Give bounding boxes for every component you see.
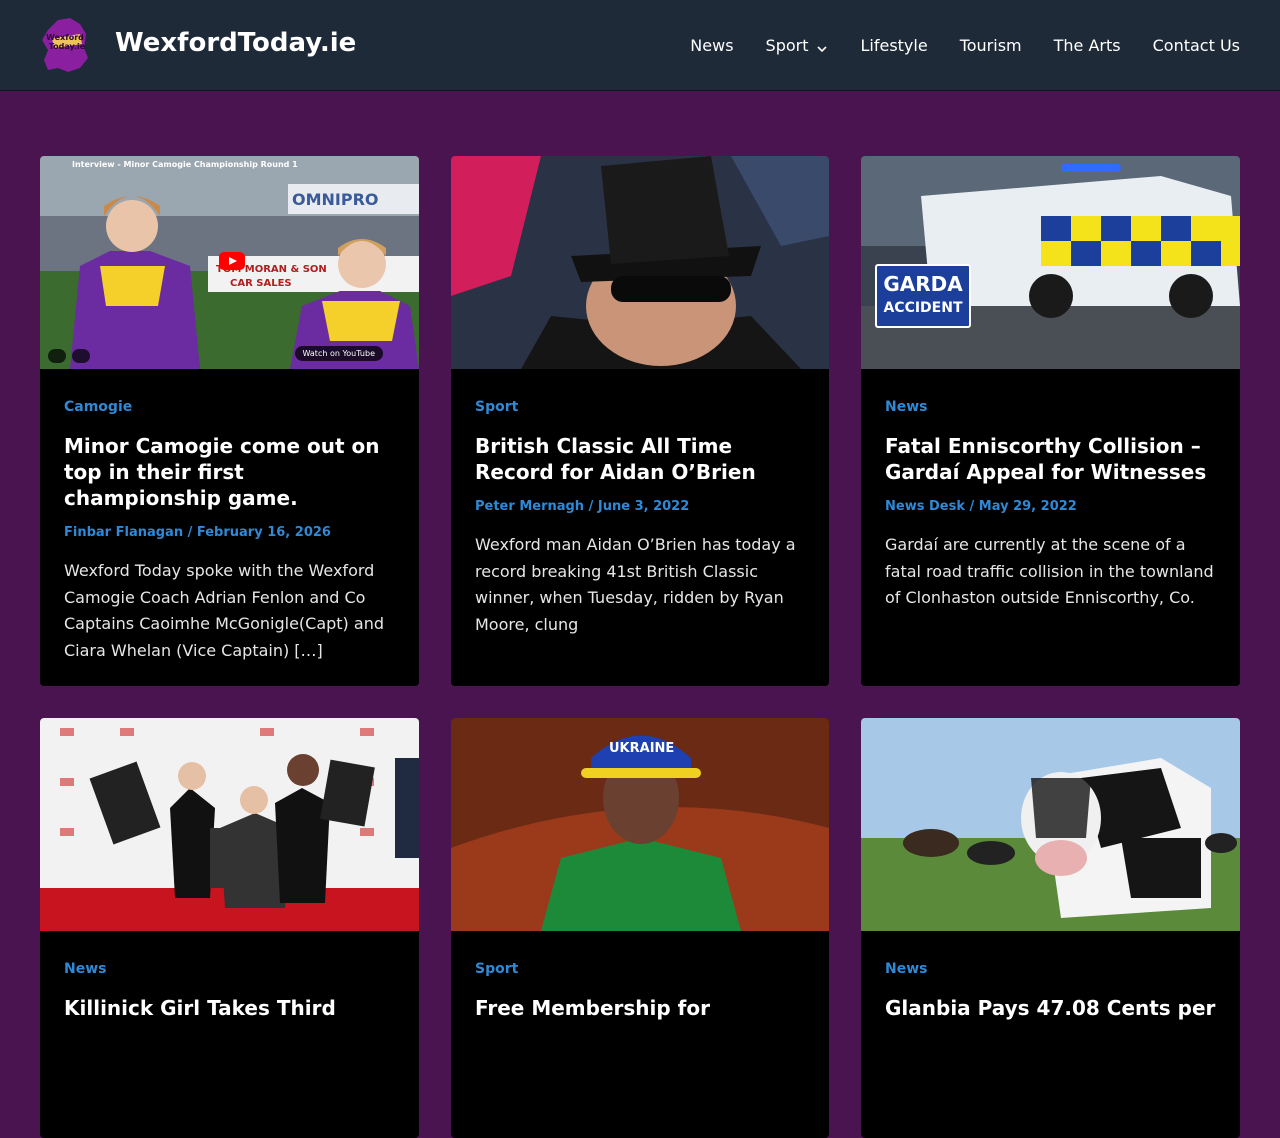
site-header: Wexford Today.ie WexfordToday.ie News Sp… bbox=[0, 0, 1280, 91]
post-thumbnail[interactable]: UKRAINE bbox=[451, 718, 829, 931]
sign-line-2: ACCIDENT bbox=[883, 300, 963, 316]
nav-item-label: Sport bbox=[765, 36, 809, 55]
post-title[interactable]: Free Membership for bbox=[475, 995, 805, 1021]
post-category[interactable]: Sport bbox=[475, 961, 805, 977]
nav-item-news[interactable]: News bbox=[690, 36, 733, 55]
nav-item-sport[interactable]: Sport bbox=[766, 36, 829, 55]
post-category[interactable]: News bbox=[885, 961, 1216, 977]
nav-item-tourism[interactable]: Tourism bbox=[960, 36, 1022, 55]
post-card-body: Camogie Minor Camogie come out on top in… bbox=[40, 369, 419, 686]
post-date[interactable]: February 16, 2026 bbox=[197, 525, 331, 540]
post-date[interactable]: June 3, 2022 bbox=[598, 499, 689, 514]
post-meta: Finbar Flanagan / February 16, 2026 bbox=[64, 525, 331, 540]
post-thumbnail[interactable]: GARDA ACCIDENT bbox=[861, 156, 1240, 369]
post-card: UKRAINE Sport Free Membership for bbox=[451, 718, 829, 1138]
post-author[interactable]: News Desk bbox=[885, 499, 965, 514]
post-card: News Glanbia Pays 47.08 Cents per bbox=[861, 718, 1240, 1138]
video-controls bbox=[48, 349, 96, 363]
post-category[interactable]: Camogie bbox=[64, 399, 395, 415]
site-title[interactable]: WexfordToday.ie bbox=[115, 28, 356, 58]
nav-item-contact-us[interactable]: Contact Us bbox=[1153, 36, 1240, 55]
post-thumbnail[interactable] bbox=[451, 156, 829, 369]
post-author[interactable]: Finbar Flanagan bbox=[64, 525, 183, 540]
post-card-body: News Killinick Girl Takes Third bbox=[40, 931, 419, 1059]
post-card-body: News Glanbia Pays 47.08 Cents per bbox=[861, 931, 1240, 1059]
post-excerpt: Gardaí are currently at the scene of a f… bbox=[885, 535, 1214, 608]
post-category[interactable]: News bbox=[64, 961, 395, 977]
post-card-body: News Fatal Enniscorthy Collision – Garda… bbox=[861, 369, 1240, 636]
post-thumbnail[interactable] bbox=[40, 718, 419, 931]
garda-accident-sign: GARDA ACCIDENT bbox=[875, 264, 971, 328]
nav-item-label: Lifestyle bbox=[860, 36, 928, 55]
post-date[interactable]: May 29, 2022 bbox=[979, 499, 1077, 514]
sign-line-1: GARDA bbox=[883, 272, 963, 296]
post-title[interactable]: Killinick Girl Takes Third bbox=[64, 995, 395, 1021]
nav-item-lifestyle[interactable]: Lifestyle bbox=[860, 36, 927, 55]
post-meta: News Desk / May 29, 2022 bbox=[885, 499, 1077, 514]
post-title[interactable]: Minor Camogie come out on top in their f… bbox=[64, 433, 395, 511]
post-video-embed[interactable]: OMNIPRO TOM MORAN & SON CAR SALES Interv… bbox=[40, 156, 419, 369]
nav-item-label: Contact Us bbox=[1152, 36, 1240, 55]
post-thumbnail[interactable] bbox=[861, 718, 1240, 931]
nav-item-the-arts[interactable]: The Arts bbox=[1054, 36, 1121, 55]
chevron-down-icon[interactable] bbox=[816, 40, 828, 52]
clock-icon[interactable] bbox=[72, 349, 90, 363]
video-title: Interview - Minor Camogie Championship R… bbox=[72, 160, 298, 169]
svg-text:OMNIPRO: OMNIPRO bbox=[292, 190, 379, 209]
svg-text:Today.ie: Today.ie bbox=[49, 42, 86, 51]
post-card-body: Sport Free Membership for bbox=[451, 931, 829, 1059]
nav-item-label: News bbox=[690, 36, 734, 55]
post-category[interactable]: Sport bbox=[475, 399, 805, 415]
post-card-body: Sport British Classic All Time Record fo… bbox=[451, 369, 829, 662]
post-grid: OMNIPRO TOM MORAN & SON CAR SALES Interv… bbox=[40, 156, 1240, 1138]
svg-text:CAR SALES: CAR SALES bbox=[230, 278, 292, 289]
post-card: Sport British Classic All Time Record fo… bbox=[451, 156, 829, 686]
post-excerpt: Wexford man Aidan O’Brien has today a re… bbox=[475, 535, 796, 634]
main-nav: News Sport Lifestyle Tourism The Arts Co… bbox=[658, 0, 1240, 91]
post-excerpt: Wexford Today spoke with the Wexford Cam… bbox=[64, 561, 384, 660]
post-card: News Killinick Girl Takes Third bbox=[40, 718, 419, 1138]
post-card: OMNIPRO TOM MORAN & SON CAR SALES Interv… bbox=[40, 156, 419, 686]
post-title[interactable]: British Classic All Time Record for Aida… bbox=[475, 433, 805, 485]
post-author[interactable]: Peter Mernagh bbox=[475, 499, 584, 514]
site-logo[interactable]: Wexford Today.ie bbox=[40, 18, 90, 72]
play-icon[interactable] bbox=[219, 252, 245, 270]
svg-text:Wexford: Wexford bbox=[46, 33, 84, 42]
share-icon[interactable] bbox=[48, 349, 66, 363]
post-title[interactable]: Glanbia Pays 47.08 Cents per bbox=[885, 995, 1216, 1021]
post-category[interactable]: News bbox=[885, 399, 1216, 415]
svg-text:UKRAINE: UKRAINE bbox=[609, 741, 674, 756]
post-meta: Peter Mernagh / June 3, 2022 bbox=[475, 499, 690, 514]
nav-item-label: The Arts bbox=[1053, 36, 1121, 55]
post-card: GARDA ACCIDENT News Fatal Enniscorthy Co… bbox=[861, 156, 1240, 686]
nav-item-label: Tourism bbox=[959, 36, 1022, 55]
post-title[interactable]: Fatal Enniscorthy Collision – Gardaí App… bbox=[885, 433, 1216, 485]
watch-on-youtube-button[interactable]: Watch on YouTube bbox=[294, 346, 383, 361]
